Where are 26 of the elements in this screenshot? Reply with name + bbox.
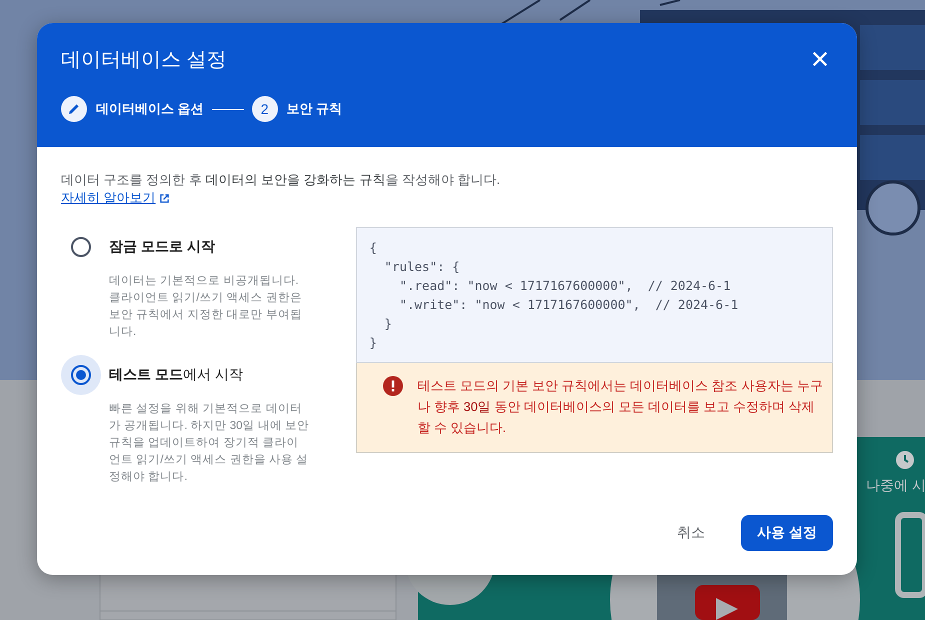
cancel-button[interactable]: 취소 [661,515,722,551]
option-title: 테스트 모드에서 시작 [109,366,243,384]
code-line: "rules": { [383,258,461,276]
option-title: 잠금 모드로 시작 [109,238,215,256]
warning-text: 테스트 모드의 기본 보안 규칙에서는 데이터베이스 참조 사용자는 누구나 향후 30일 동안 데이터베이스의 모든 데이터를 보고 수정하며 삭제할 수 있습니다. [417,377,824,437]
code-line: } [383,315,393,333]
radio-button[interactable] [61,355,101,395]
enable-button[interactable]: 사용 설정 [741,515,833,551]
clock-icon [895,450,915,470]
step-label: 데이터베이스 옵션 [96,100,204,118]
option-description: 데이터는 기본적으로 비공개됩니다. 클라이언트 읽기/쓰기 액세스 권한은 보안 규칙에서 지정한 대로만 부여됩니다. [109,274,303,340]
step-label: 보안 규칙 [286,100,342,118]
code-line: ".write": "now < 1717167600000", // 2024-6-1 [398,296,740,314]
dialog-title: 데이터베이스 설정 [61,48,227,72]
code-line: ".read": "now < 1717167600000", // 2024-6-1 [398,277,732,295]
error-icon [383,376,404,396]
code-line: { [369,239,378,257]
step-edit-icon [61,96,87,122]
intro-text: 데이터 구조를 정의한 후 데이터의 보안을 강화하는 규칙을 작성해야 합니다. [61,171,502,189]
step-number: 2 [252,96,278,122]
code-line: } [369,334,378,352]
close-icon [811,50,829,68]
option-description: 빠른 설정을 위해 기본적으로 데이터가 공개됩니다. 하지만 30일 내에 보안 규칙을 업데이트하여 장기적 클라이언트 읽기/쓰기 액세스 권한을 사용 설정해야 합니다. [109,402,309,485]
learn-more-link[interactable]: 자세히 알아보기 [61,189,170,207]
external-link-icon [158,192,170,204]
later-label: 나중에 시 [866,477,925,495]
